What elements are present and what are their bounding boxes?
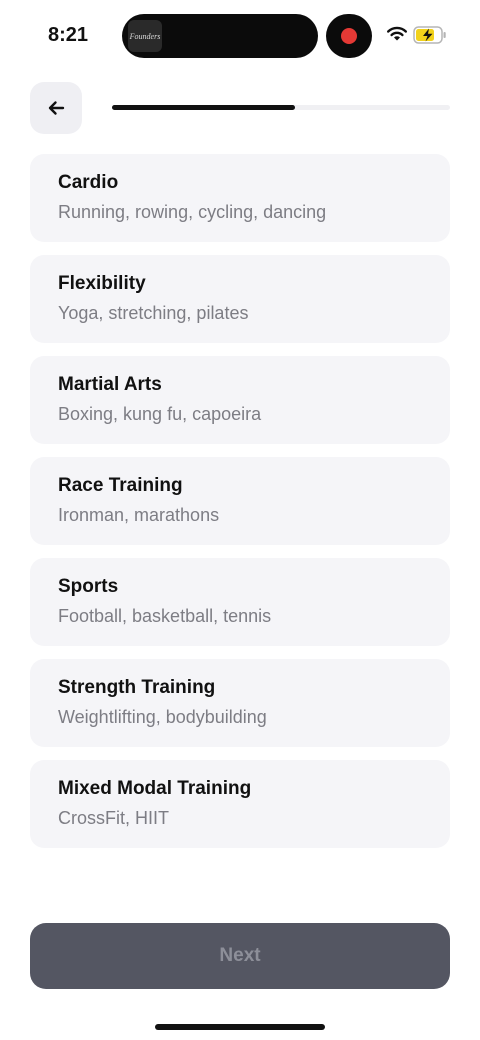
progress-bar bbox=[112, 105, 450, 110]
option-cardio[interactable]: Cardio Running, rowing, cycling, dancing bbox=[30, 154, 450, 242]
option-subtitle: Ironman, marathons bbox=[58, 505, 220, 525]
recording-indicator bbox=[326, 14, 372, 58]
next-button[interactable]: Next bbox=[30, 923, 450, 989]
option-subtitle: Football, basketball, tennis bbox=[58, 606, 272, 626]
recording-icon bbox=[341, 28, 357, 44]
option-martial-arts[interactable]: Martial Arts Boxing, kung fu, capoeira bbox=[30, 356, 450, 444]
option-subtitle: CrossFit, HIIT bbox=[58, 808, 169, 828]
option-title: Cardio bbox=[58, 172, 119, 193]
dynamic-island: Founders bbox=[122, 14, 318, 58]
arrow-left-icon bbox=[48, 101, 65, 115]
option-flexibility[interactable]: Flexibility Yoga, stretching, pilates bbox=[30, 255, 450, 343]
option-sports[interactable]: Sports Football, basketball, tennis bbox=[30, 558, 450, 646]
home-indicator[interactable] bbox=[155, 1024, 325, 1030]
option-title: Martial Arts bbox=[58, 374, 162, 395]
option-subtitle: Boxing, kung fu, capoeira bbox=[58, 404, 262, 424]
option-subtitle: Running, rowing, cycling, dancing bbox=[58, 202, 327, 222]
activity-options-list: Cardio Running, rowing, cycling, dancing… bbox=[30, 154, 450, 861]
island-thumbnail: Founders bbox=[128, 20, 162, 52]
option-title: Race Training bbox=[58, 475, 183, 496]
option-title: Flexibility bbox=[58, 273, 146, 294]
wifi-icon bbox=[387, 26, 407, 41]
option-subtitle: Weightlifting, bodybuilding bbox=[58, 707, 267, 727]
option-title: Strength Training bbox=[58, 677, 216, 698]
option-title: Sports bbox=[58, 576, 119, 597]
status-time: 8:21 bbox=[48, 24, 89, 46]
battery-charging-icon bbox=[413, 26, 446, 44]
back-button[interactable] bbox=[30, 82, 82, 134]
progress-fill bbox=[112, 105, 295, 110]
option-strength-training[interactable]: Strength Training Weightlifting, bodybui… bbox=[30, 659, 450, 747]
option-title: Mixed Modal Training bbox=[58, 778, 252, 799]
option-mixed-modal-training[interactable]: Mixed Modal Training CrossFit, HIIT bbox=[30, 760, 450, 848]
option-subtitle: Yoga, stretching, pilates bbox=[58, 303, 249, 323]
option-race-training[interactable]: Race Training Ironman, marathons bbox=[30, 457, 450, 545]
